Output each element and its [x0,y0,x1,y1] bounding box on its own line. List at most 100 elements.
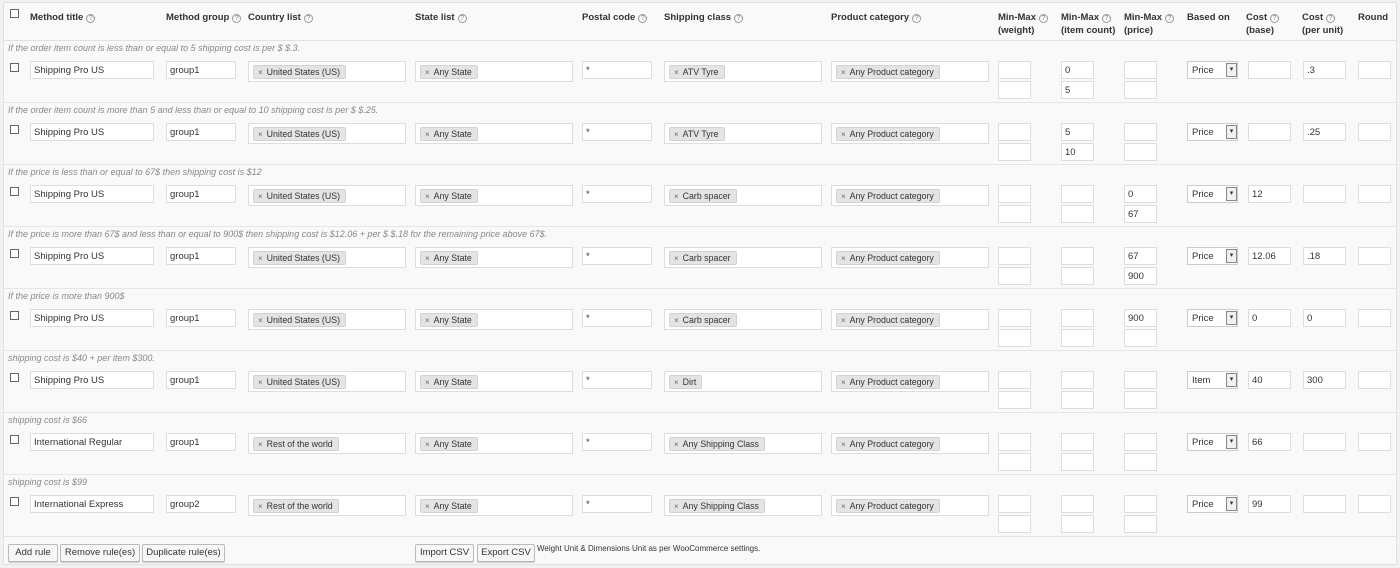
remove-chip-icon[interactable]: × [674,316,679,325]
postal-code-input[interactable]: * [582,61,652,79]
based-on-select[interactable]: Price ▾ [1187,495,1238,513]
item-count-min-input[interactable] [1061,185,1094,203]
export-csv-button[interactable]: Export CSV [477,544,535,562]
remove-chip-icon[interactable]: × [674,440,679,449]
shipping-class-select[interactable]: × Carb spacer [664,309,822,330]
state-list-select[interactable]: × Any State [415,309,573,330]
method-title-input[interactable]: Shipping Pro US [30,371,154,389]
product-category-select[interactable]: × Any Product category [831,123,989,144]
country-list-select[interactable]: × United States (US) [248,185,406,206]
method-title-input[interactable]: Shipping Pro US [30,61,154,79]
cost-per-unit-input[interactable]: 300 [1303,371,1346,389]
remove-chip-icon[interactable]: × [425,68,430,77]
product-category-select[interactable]: × Any Product category [831,495,989,516]
cost-per-unit-input[interactable]: .25 [1303,123,1346,141]
help-icon[interactable]: ? [1039,14,1048,23]
weight-max-input[interactable] [998,205,1031,223]
shipping-class-select[interactable]: × Dirt [664,371,822,392]
method-group-input[interactable]: group1 [166,371,236,389]
country-list-select[interactable]: × Rest of the world [248,495,406,516]
product-category-select[interactable]: × Any Product category [831,309,989,330]
remove-chip-icon[interactable]: × [674,68,679,77]
remove-chip-icon[interactable]: × [425,378,430,387]
weight-min-input[interactable] [998,61,1031,79]
state-list-select[interactable]: × Any State [415,185,573,206]
price-min-input[interactable]: 67 [1124,247,1157,265]
postal-code-input[interactable]: * [582,247,652,265]
help-icon[interactable]: ? [457,14,467,23]
country-list-select[interactable]: × United States (US) [248,309,406,330]
weight-min-input[interactable] [998,371,1031,389]
based-on-select[interactable]: Price ▾ [1187,309,1238,327]
based-on-select[interactable]: Price ▾ [1187,247,1238,265]
duplicate-rules-button[interactable]: Duplicate rule(es) [142,544,225,562]
help-icon[interactable]: ? [1326,14,1336,23]
method-title-input[interactable]: Shipping Pro US [30,123,154,141]
rule-select-checkbox[interactable] [10,497,19,506]
weight-min-input[interactable] [998,185,1031,203]
remove-chip-icon[interactable]: × [841,192,846,201]
remove-chip-icon[interactable]: × [841,502,846,511]
help-icon[interactable]: ? [303,14,313,23]
state-list-select[interactable]: × Any State [415,61,573,82]
cost-base-input[interactable]: 40 [1248,371,1291,389]
weight-min-input[interactable] [998,247,1031,265]
product-category-select[interactable]: × Any Product category [831,185,989,206]
weight-min-input[interactable] [998,495,1031,513]
state-list-select[interactable]: × Any State [415,371,573,392]
weight-max-input[interactable] [998,515,1031,533]
round-input[interactable] [1358,123,1391,141]
remove-chip-icon[interactable]: × [674,192,679,201]
country-list-select[interactable]: × United States (US) [248,247,406,268]
product-category-select[interactable]: × Any Product category [831,433,989,454]
item-count-max-input[interactable] [1061,329,1094,347]
remove-chip-icon[interactable]: × [425,254,430,263]
state-list-select[interactable]: × Any State [415,123,573,144]
method-group-input[interactable]: group1 [166,309,236,327]
item-count-min-input[interactable] [1061,371,1094,389]
help-icon[interactable]: ? [232,14,242,23]
weight-min-input[interactable] [998,123,1031,141]
cost-base-input[interactable]: 66 [1248,433,1291,451]
based-on-select[interactable]: Price ▾ [1187,123,1238,141]
cost-base-input[interactable]: 12.06 [1248,247,1291,265]
shipping-class-select[interactable]: × ATV Tyre [664,123,822,144]
method-title-input[interactable]: Shipping Pro US [30,185,154,203]
weight-max-input[interactable] [998,267,1031,285]
remove-chip-icon[interactable]: × [674,378,679,387]
item-count-min-input[interactable]: 0 [1061,61,1094,79]
weight-min-input[interactable] [998,309,1031,327]
remove-chip-icon[interactable]: × [425,316,430,325]
state-list-select[interactable]: × Any State [415,433,573,454]
add-rule-button[interactable]: Add rule [8,544,58,562]
country-list-select[interactable]: × United States (US) [248,61,406,82]
postal-code-input[interactable]: * [582,185,652,203]
state-list-select[interactable]: × Any State [415,495,573,516]
based-on-select[interactable]: Price ▾ [1187,61,1238,79]
price-min-input[interactable] [1124,495,1157,513]
import-csv-button[interactable]: Import CSV [415,544,474,562]
rule-select-checkbox[interactable] [10,435,19,444]
price-max-input[interactable]: 67 [1124,205,1157,223]
item-count-max-input[interactable] [1061,453,1094,471]
method-group-input[interactable]: group1 [166,247,236,265]
rule-select-checkbox[interactable] [10,125,19,134]
shipping-class-select[interactable]: × Any Shipping Class [664,433,822,454]
cost-base-input[interactable] [1248,123,1291,141]
product-category-select[interactable]: × Any Product category [831,247,989,268]
select-all-checkbox[interactable] [10,9,19,18]
item-count-max-input[interactable] [1061,515,1094,533]
help-icon[interactable]: ? [1270,14,1280,23]
weight-max-input[interactable] [998,143,1031,161]
price-min-input[interactable]: 900 [1124,309,1157,327]
price-min-input[interactable] [1124,371,1157,389]
item-count-min-input[interactable] [1061,309,1094,327]
postal-code-input[interactable]: * [582,371,652,389]
price-min-input[interactable]: 0 [1124,185,1157,203]
remove-chip-icon[interactable]: × [258,254,263,263]
price-max-input[interactable]: 900 [1124,267,1157,285]
price-max-input[interactable] [1124,453,1157,471]
remove-chip-icon[interactable]: × [425,192,430,201]
rule-select-checkbox[interactable] [10,63,19,72]
remove-chip-icon[interactable]: × [258,440,263,449]
